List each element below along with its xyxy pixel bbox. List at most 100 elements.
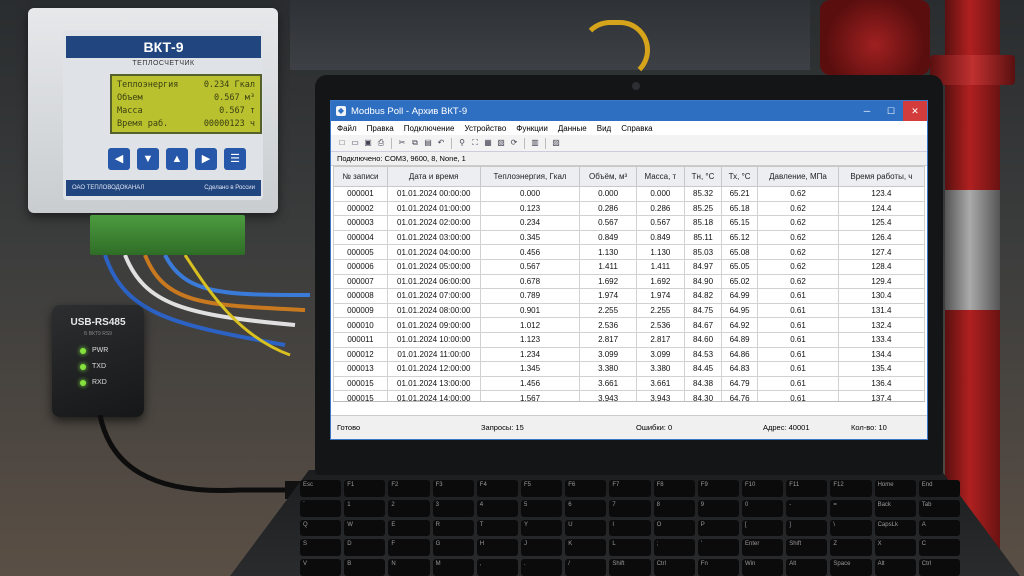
table-cell[interactable]: 84.90	[683, 273, 723, 290]
title-bar[interactable]: ◆ Modbus Poll - Архив ВКТ-9 ─ ☐ ✕	[331, 101, 927, 121]
table-cell[interactable]: 132.4	[837, 317, 925, 333]
table-cell[interactable]: 3.661	[635, 375, 686, 392]
table-row[interactable]: 000009 01.01.2024 08:00:00 0.901 2.255 2.255…	[333, 302, 925, 319]
table-cell[interactable]: 1.974	[635, 288, 686, 304]
table-cell[interactable]: 1.130	[635, 244, 686, 260]
keyboard-key[interactable]: 6	[565, 499, 607, 517]
table-cell[interactable]: 1.345	[479, 361, 581, 377]
table-row[interactable]: 000001 01.01.2024 00:00:00 0.000 0.000 0.000…	[333, 186, 925, 202]
table-cell[interactable]: 000009	[333, 302, 388, 319]
table-cell[interactable]: 2.536	[635, 317, 686, 333]
table-cell[interactable]: 135.4	[837, 361, 925, 377]
keyboard-key[interactable]: X	[874, 539, 916, 557]
table-cell[interactable]: 2.255	[635, 302, 686, 319]
table-cell[interactable]: 000010	[333, 317, 388, 333]
table-cell[interactable]: 000003	[333, 215, 388, 231]
table-row[interactable]: 000005 01.01.2024 04:00:00 0.456 1.130 1.130…	[333, 244, 925, 260]
table-cell[interactable]: 000001	[333, 186, 388, 202]
table-cell[interactable]: 65.05	[721, 258, 759, 275]
menu-functions[interactable]: Функции	[516, 124, 548, 133]
keyboard-key[interactable]: Z	[830, 539, 872, 557]
table-cell[interactable]: 85.32	[683, 186, 723, 202]
table-row[interactable]: 000007 01.01.2024 06:00:00 0.678 1.692 1.692…	[333, 273, 925, 290]
table-cell[interactable]: 01.01.2024 09:00:00	[386, 317, 481, 333]
table-cell[interactable]: 0.61	[757, 331, 839, 348]
table-cell[interactable]: 000005	[333, 244, 388, 260]
arrow-up-icon[interactable]: ▲	[166, 148, 188, 170]
table-cell[interactable]: 01.01.2024 01:00:00	[386, 200, 481, 217]
table-cell[interactable]: 0.345	[479, 229, 581, 246]
table-cell[interactable]: 000012	[333, 346, 388, 363]
table-cell[interactable]: 65.08	[721, 244, 759, 260]
table-cell[interactable]: 64.92	[721, 317, 759, 333]
keyboard-key[interactable]: O	[653, 519, 695, 537]
table-cell[interactable]: 01.01.2024 12:00:00	[386, 361, 481, 377]
keyboard-key[interactable]: B	[344, 559, 386, 576]
table-cell[interactable]: 129.4	[837, 273, 925, 290]
keyboard-key[interactable]: F9	[697, 480, 739, 497]
table-cell[interactable]: 000015	[333, 390, 388, 401]
table-cell[interactable]: 133.4	[837, 331, 925, 348]
table-cell[interactable]: 3.380	[579, 361, 637, 377]
keyboard-key[interactable]: N	[388, 559, 430, 576]
keyboard-key[interactable]: G	[432, 539, 474, 557]
table-cell[interactable]: 0.61	[757, 346, 839, 363]
keyboard-key[interactable]: F8	[653, 480, 695, 497]
keyboard-key[interactable]: Alt	[874, 559, 916, 576]
table-cell[interactable]: 1.012	[479, 317, 581, 333]
table-cell[interactable]: 0.901	[479, 302, 581, 319]
table-icon[interactable]: ▥	[530, 138, 540, 148]
table-cell[interactable]: 0.62	[757, 186, 839, 202]
keyboard-key[interactable]: Q	[300, 519, 342, 537]
table-cell[interactable]: 0.567	[479, 258, 581, 275]
table-cell[interactable]: 0.567	[635, 215, 686, 231]
table-cell[interactable]: 0.62	[757, 229, 839, 246]
keyboard-key[interactable]: F3	[432, 480, 474, 497]
open-icon[interactable]: ▭	[350, 138, 360, 148]
table-cell[interactable]: 85.18	[683, 215, 723, 231]
table-cell[interactable]: 000004	[333, 229, 388, 246]
table-cell[interactable]: 137.4	[837, 390, 925, 401]
keyboard-key[interactable]: Home	[874, 480, 916, 497]
keyboard-key[interactable]: J	[521, 539, 563, 557]
table-cell[interactable]: 65.02	[721, 273, 759, 290]
close-icon[interactable]: ✕	[903, 101, 927, 121]
table-cell[interactable]: 000015	[333, 375, 388, 392]
table-cell[interactable]: 85.03	[683, 244, 723, 260]
column-header[interactable]: Теплоэнергия, Гкал	[479, 166, 581, 187]
table-cell[interactable]: 2.536	[579, 317, 637, 333]
column-header[interactable]: № записи	[333, 166, 388, 187]
save-icon[interactable]: ▣	[363, 138, 373, 148]
table-cell[interactable]: 3.099	[635, 346, 686, 363]
keyboard-key[interactable]: P	[697, 519, 739, 537]
keyboard-key[interactable]: F5	[521, 480, 563, 497]
keyboard-key[interactable]: =	[830, 499, 872, 517]
table-cell[interactable]: 01.01.2024 10:00:00	[386, 331, 481, 348]
read-icon[interactable]: ▦	[483, 138, 493, 148]
table-cell[interactable]: 64.79	[721, 375, 759, 392]
keyboard-key[interactable]: L	[609, 539, 651, 557]
table-cell[interactable]: 01.01.2024 14:00:00	[386, 390, 481, 401]
keyboard-key[interactable]: End	[918, 480, 960, 497]
table-cell[interactable]: 84.45	[683, 361, 723, 377]
table-cell[interactable]: 01.01.2024 11:00:00	[386, 346, 481, 363]
keyboard-key[interactable]: F	[388, 539, 430, 557]
keyboard-key[interactable]: Fn	[697, 559, 739, 576]
table-cell[interactable]: 0.62	[757, 273, 839, 290]
table-cell[interactable]: 64.95	[721, 302, 759, 319]
data-grid[interactable]: № записи Дата и время Теплоэнергия, Гкал Об…	[333, 166, 925, 402]
menu-icon[interactable]: ☰	[224, 148, 246, 170]
print-icon[interactable]: ⎙	[376, 138, 386, 148]
keyboard-key[interactable]: D	[344, 539, 386, 557]
copy-icon[interactable]: ⧉	[410, 138, 420, 148]
table-cell[interactable]: 0.000	[635, 186, 686, 202]
keyboard-key[interactable]: '	[697, 539, 739, 557]
table-row[interactable]: 000015 01.01.2024 13:00:00 1.456 3.661 3.661…	[333, 375, 925, 392]
keyboard-key[interactable]: K	[565, 539, 607, 557]
table-cell[interactable]: 01.01.2024 08:00:00	[386, 302, 481, 319]
keyboard-key[interactable]: Ctrl	[918, 559, 960, 576]
keyboard-key[interactable]: 7	[609, 499, 651, 517]
column-header[interactable]: Дата и время	[386, 166, 481, 187]
column-header[interactable]: Тн, °C	[683, 166, 723, 187]
table-cell[interactable]: 000006	[333, 258, 388, 275]
